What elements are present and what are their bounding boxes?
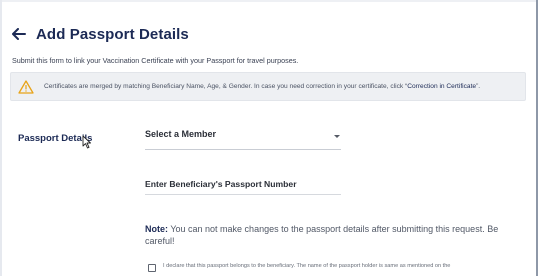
declaration-text: I declare that this passport belongs to … [163, 263, 451, 269]
alert-text: Certificates are merged by matching Bene… [44, 83, 408, 90]
passport-number-input[interactable] [145, 173, 341, 195]
correction-link[interactable]: Correction in Certificate [407, 83, 476, 90]
warning-icon [18, 79, 34, 94]
declaration-checkbox[interactable] [148, 264, 156, 272]
note-message: You can not make changes to the passport… [145, 224, 499, 246]
arrow-left-icon [12, 28, 26, 40]
back-button[interactable] [10, 25, 28, 43]
window-top-edge [0, 0, 538, 2]
page-header: Add Passport Details [10, 23, 189, 45]
note-text: Note: You can not make changes to the pa… [145, 224, 520, 247]
alert-message: Certificates are merged by matching Bene… [44, 83, 480, 90]
window-left-edge [0, 0, 2, 276]
chevron-down-icon [334, 135, 340, 138]
page-title: Add Passport Details [36, 25, 189, 43]
member-select[interactable]: Select a Member [145, 127, 341, 150]
alert-suffix: ”. [476, 83, 481, 90]
note-label: Note: [145, 224, 168, 234]
page-subtitle: Submit this form to link your Vaccinatio… [12, 56, 299, 65]
mouse-cursor-icon [82, 135, 91, 149]
info-alert: Certificates are merged by matching Bene… [10, 72, 526, 101]
member-select-value: Select a Member [145, 129, 217, 139]
